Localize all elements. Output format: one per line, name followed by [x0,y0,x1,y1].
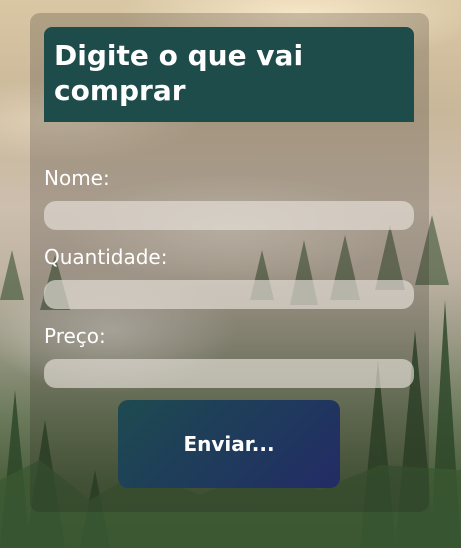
form-title: Digite o que vai comprar [54,39,304,107]
price-input[interactable] [44,359,414,388]
submit-button[interactable]: Enviar... [118,400,340,488]
name-label: Nome: [44,166,110,190]
quantity-input[interactable] [44,280,414,309]
form-header: Digite o que vai comprar [44,27,414,122]
quantity-label: Quantidade: [44,245,168,269]
name-input[interactable] [44,201,414,230]
price-label: Preço: [44,324,106,348]
